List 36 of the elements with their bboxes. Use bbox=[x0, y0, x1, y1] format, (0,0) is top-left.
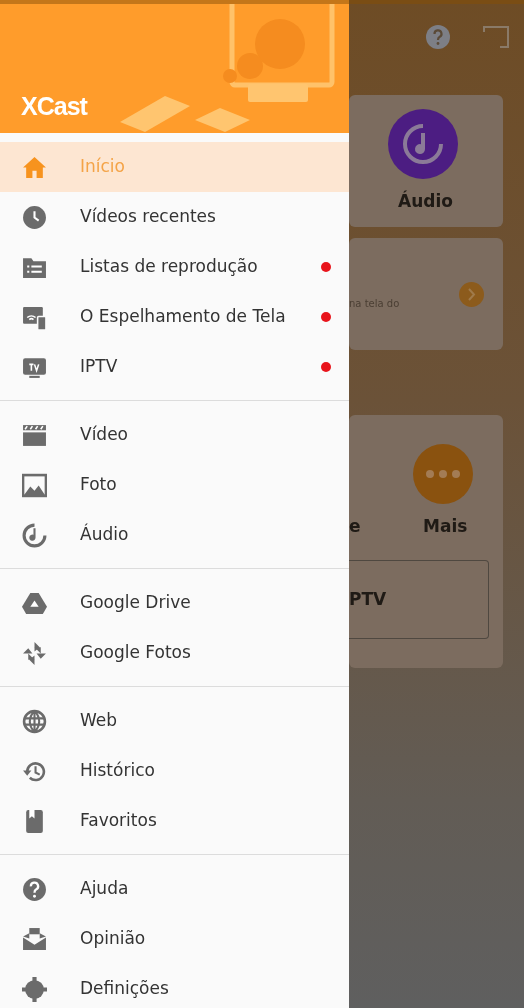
more-icon[interactable] bbox=[413, 444, 473, 504]
clock-icon bbox=[22, 204, 47, 230]
card-label: e bbox=[349, 515, 361, 538]
triangle-drive-icon bbox=[22, 590, 47, 616]
drawer-item[interactable]: Ajuda bbox=[0, 864, 349, 914]
card-label: Mais bbox=[423, 515, 468, 538]
drawer-item[interactable]: Vídeos recentes bbox=[0, 192, 349, 242]
clapperboard-icon bbox=[22, 422, 47, 448]
music-note-icon bbox=[22, 522, 47, 548]
drawer-item[interactable]: Favoritos bbox=[0, 796, 349, 846]
drawer-item[interactable]: O Espelhamento de Tela bbox=[0, 292, 349, 342]
cast-icon[interactable] bbox=[483, 26, 509, 48]
drawer-item[interactable]: Opinião bbox=[0, 914, 349, 964]
drawer-item[interactable]: Google Drive bbox=[0, 578, 349, 628]
image-icon bbox=[22, 472, 47, 498]
drawer-item[interactable]: Vídeo bbox=[0, 410, 349, 460]
music-note-icon bbox=[388, 109, 458, 179]
home-icon bbox=[22, 154, 47, 180]
pinwheel-icon bbox=[22, 640, 47, 666]
drawer-item[interactable]: Áudio bbox=[0, 510, 349, 560]
screen-mirror-icon bbox=[22, 304, 47, 330]
drawer-item[interactable]: Listas de reprodução bbox=[0, 242, 349, 292]
globe-icon bbox=[22, 708, 47, 734]
drawer-item[interactable]: Definições bbox=[0, 964, 349, 1008]
drawer-item[interactable]: IPTV bbox=[0, 342, 349, 392]
card-label: Áudio bbox=[398, 189, 453, 213]
help-icon[interactable] bbox=[426, 25, 450, 49]
app-logo: XCast bbox=[21, 91, 87, 122]
drawer-item[interactable]: Foto bbox=[0, 460, 349, 510]
drawer-item[interactable]: Histórico bbox=[0, 746, 349, 796]
settings-icon bbox=[22, 976, 47, 1002]
envelope-icon bbox=[22, 926, 47, 952]
help-icon bbox=[22, 876, 47, 902]
drawer-item[interactable]: Google Fotos bbox=[0, 628, 349, 678]
drawer-item[interactable]: Web bbox=[0, 696, 349, 746]
mirror-card[interactable] bbox=[349, 238, 503, 350]
